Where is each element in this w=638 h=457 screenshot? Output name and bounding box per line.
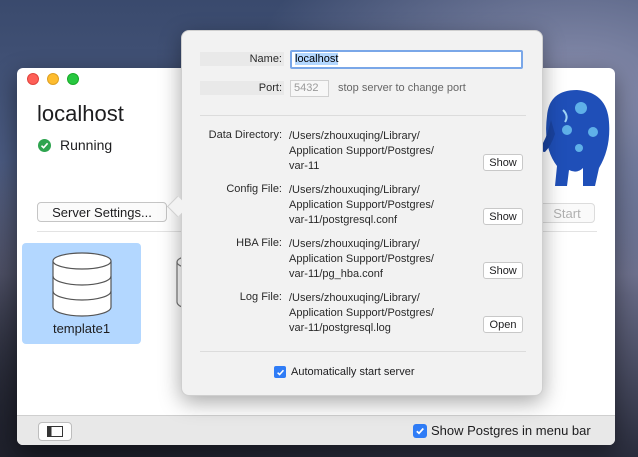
name-label: Name: xyxy=(249,53,282,65)
server-settings-popover: Name: localhost Port: 5432 stop server t… xyxy=(181,30,543,396)
check-circle-icon xyxy=(38,138,51,152)
popover-divider xyxy=(200,351,526,352)
show-in-menu-bar-option[interactable]: Show Postgres in menu bar xyxy=(413,423,591,438)
name-field[interactable]: localhost xyxy=(290,50,523,69)
zoom-icon[interactable] xyxy=(67,73,79,85)
database-item-template1[interactable]: template1 xyxy=(22,243,141,344)
auto-start-option[interactable]: Automatically start server xyxy=(274,366,414,378)
server-title: localhost xyxy=(37,101,124,126)
database-icon xyxy=(52,252,112,317)
hba-file-show-button[interactable]: Show xyxy=(483,262,523,279)
log-file-label: Log File: xyxy=(239,291,282,303)
config-file-label: Config File: xyxy=(226,183,282,195)
name-value: localhost xyxy=(295,53,339,65)
checkbox-icon[interactable] xyxy=(413,423,427,438)
port-label: Port: xyxy=(258,82,282,94)
log-file-path: /Users/zhouxuqing/Library/ Application S… xyxy=(289,292,434,334)
sidebar-toggle-button[interactable] xyxy=(38,422,72,441)
log-file-open-button[interactable]: Open xyxy=(483,316,523,333)
show-in-menu-bar-label: Show Postgres in menu bar xyxy=(431,423,591,438)
database-name: template1 xyxy=(52,321,111,336)
minimize-icon[interactable] xyxy=(47,73,59,85)
config-file-show-button[interactable]: Show xyxy=(483,208,523,225)
data-directory-show-button[interactable]: Show xyxy=(483,154,523,171)
close-icon[interactable] xyxy=(27,73,39,85)
port-hint: stop server to change port xyxy=(338,82,466,94)
data-directory-label: Data Directory: xyxy=(208,129,282,141)
sidebar-icon xyxy=(47,426,63,437)
bottom-toolbar: Show Postgres in menu bar xyxy=(17,415,615,445)
data-directory-path: /Users/zhouxuqing/Library/ Application S… xyxy=(289,130,434,172)
elephant-logo xyxy=(540,90,610,186)
traffic-lights xyxy=(27,73,79,85)
popover-divider xyxy=(200,115,526,116)
config-file-path: /Users/zhouxuqing/Library/ Application S… xyxy=(289,184,434,226)
start-button[interactable]: Start xyxy=(539,203,595,223)
hba-file-path: /Users/zhouxuqing/Library/ Application S… xyxy=(289,238,434,280)
hba-file-label: HBA File: xyxy=(236,237,282,249)
server-settings-button[interactable]: Server Settings... xyxy=(37,202,167,222)
port-field[interactable]: 5432 xyxy=(290,80,329,97)
server-status: Running xyxy=(38,137,112,153)
checkbox-icon[interactable] xyxy=(274,366,286,378)
status-label: Running xyxy=(60,137,113,153)
auto-start-label: Automatically start server xyxy=(291,366,415,378)
